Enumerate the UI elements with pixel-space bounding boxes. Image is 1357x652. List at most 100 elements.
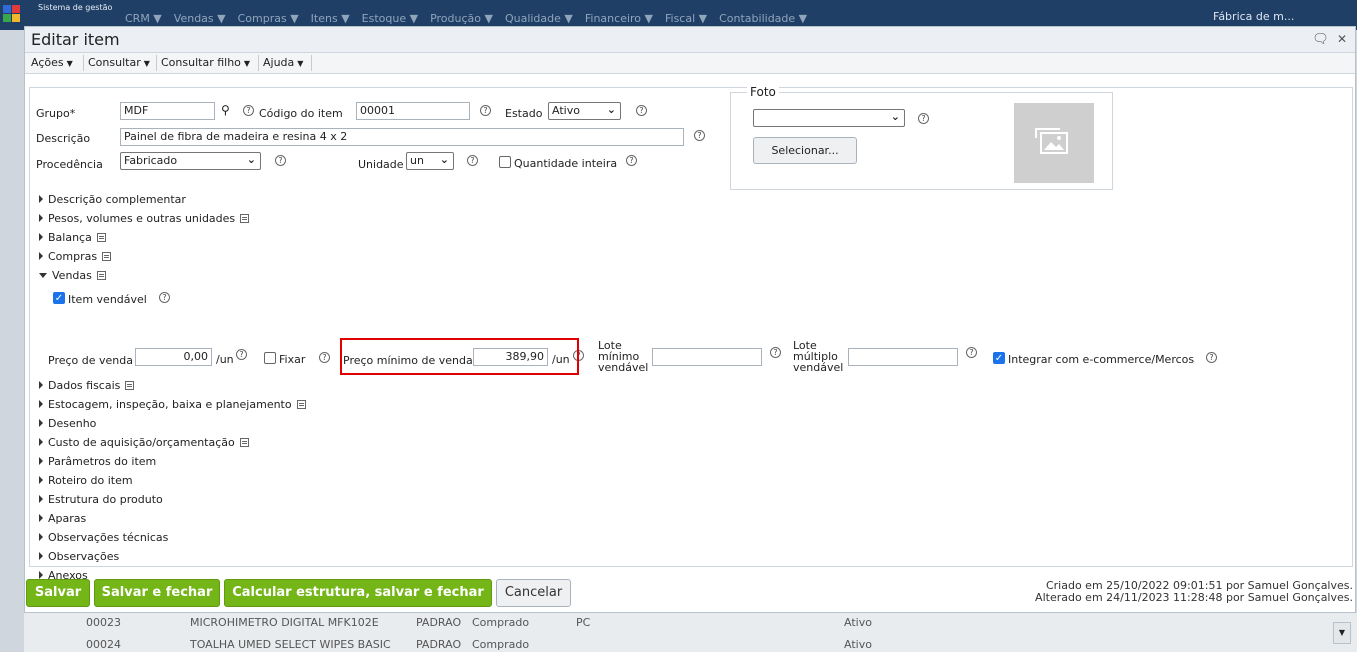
collapsible-section[interactable]: Dados fiscais (39, 379, 135, 392)
app-menu-item[interactable]: Produção ▼ (430, 12, 493, 25)
triangle-down-icon (39, 273, 47, 278)
preco-venda-unit: /un (216, 353, 234, 366)
triangle-right-icon (39, 252, 43, 260)
collapsible-section[interactable]: Estrutura do produto (39, 493, 163, 506)
collapsible-section[interactable]: Parâmetros do item (39, 455, 156, 468)
triangle-right-icon (39, 476, 43, 484)
collapsible-section[interactable]: Aparas (39, 512, 86, 525)
chevron-down-icon: ⌄ (439, 153, 449, 166)
collapsible-section[interactable]: Roteiro do item (39, 474, 133, 487)
search-icon[interactable]: ⚲ (221, 103, 230, 117)
help-icon[interactable]: ? (243, 105, 254, 116)
collapsible-section[interactable]: Estocagem, inspeção, baixa e planejament… (39, 398, 306, 411)
app-menu-item[interactable]: Compras ▼ (238, 12, 299, 25)
help-icon[interactable]: ? (319, 352, 330, 363)
fixar-checkbox[interactable] (264, 352, 276, 364)
help-icon[interactable]: ? (636, 105, 647, 116)
help-icon[interactable]: ? (918, 113, 929, 124)
help-icon[interactable]: ? (1206, 352, 1217, 363)
collapsible-section[interactable]: Descrição complementar (39, 193, 186, 206)
cancelar-button[interactable]: Cancelar (496, 579, 571, 607)
collapsible-section[interactable]: Balança (39, 231, 106, 244)
help-icon[interactable]: ? (694, 130, 705, 141)
menu-consultar-filho[interactable]: Consultar filho ▼ (161, 56, 250, 69)
unidade-value: un (410, 154, 424, 167)
lote-minimo-input[interactable] (652, 348, 762, 366)
selecionar-foto-button[interactable]: Selecionar... (753, 137, 857, 164)
descricao-input[interactable]: Painel de fibra de madeira e resina 4 x … (120, 128, 684, 146)
collapsible-section[interactable]: Pesos, volumes e outras unidades (39, 212, 250, 225)
highlight-box (340, 338, 579, 375)
quantidade-inteira-checkbox[interactable] (499, 156, 511, 168)
triangle-right-icon (39, 457, 43, 465)
table-row[interactable]: 00024 TOALHA UMED SELECT WIPES BASIC PAD… (24, 636, 904, 652)
integrar-checkbox[interactable]: ✓ (993, 352, 1005, 364)
lote-minimo-label-line: vendável (598, 361, 649, 374)
help-icon[interactable]: ? (159, 292, 170, 303)
grid-cell-origin: Comprado (472, 638, 530, 651)
comment-icon[interactable]: 🗨︎ (1312, 32, 1329, 47)
estado-select[interactable]: Ativo ⌄ (548, 102, 621, 120)
lote-multiplo-label-line: vendável (793, 361, 844, 374)
triangle-right-icon (39, 495, 43, 503)
help-icon[interactable]: ? (966, 347, 977, 358)
toolbar-divider (156, 55, 157, 71)
menu-consultar[interactable]: Consultar ▼ (88, 56, 150, 69)
calcular-estrutura-button[interactable]: Calcular estrutura, salvar e fechar (224, 579, 492, 607)
app-menu-item[interactable]: Vendas ▼ (174, 12, 226, 25)
foto-legend: Foto (747, 85, 779, 99)
app-menu-item[interactable]: Financeiro ▼ (585, 12, 653, 25)
lote-multiplo-input[interactable] (848, 348, 958, 366)
close-icon[interactable]: ✕ (1337, 32, 1347, 46)
app-logo[interactable] (3, 5, 21, 25)
salvar-e-fechar-button[interactable]: Salvar e fechar (94, 579, 220, 607)
grid-cell-description: MICROHIMETRO DIGITAL MFK102E (190, 616, 379, 629)
procedencia-select[interactable]: Fabricado ⌄ (120, 152, 261, 170)
help-icon[interactable]: ? (770, 347, 781, 358)
app-menu-item[interactable]: CRM ▼ (125, 12, 162, 25)
background-left-panel (0, 30, 24, 652)
help-icon[interactable]: ? (480, 105, 491, 116)
help-icon[interactable]: ? (236, 349, 247, 360)
caret-down-icon: ▼ (143, 59, 150, 68)
section-vendas-label: Vendas (52, 269, 92, 282)
preco-venda-input[interactable]: 0,00 (135, 348, 212, 366)
lote-multiplo-label: Lote múltiplo vendável (793, 340, 843, 373)
salvar-button[interactable]: Salvar (26, 579, 90, 607)
app-menu-item[interactable]: Itens ▼ (311, 12, 350, 25)
section-vendas[interactable]: Vendas (39, 269, 106, 282)
collapsible-section[interactable]: Custo de aquisição/orçamentação (39, 436, 249, 449)
item-vendavel-checkbox[interactable]: ✓ (53, 292, 65, 304)
document-icon (96, 271, 106, 280)
grid-scroll-down-button[interactable]: ▼ (1333, 622, 1351, 644)
codigo-input[interactable]: 00001 (356, 102, 470, 120)
app-menu-item[interactable]: Estoque ▼ (362, 12, 418, 25)
document-icon (296, 400, 306, 409)
foto-select[interactable]: ⌄ (753, 109, 905, 127)
menu-consultar-filho-label: Consultar filho (161, 56, 241, 69)
unidade-select[interactable]: un ⌄ (406, 152, 454, 170)
help-icon[interactable]: ? (626, 155, 637, 166)
document-icon (102, 252, 112, 261)
company-name[interactable]: Fábrica de m... (1213, 10, 1294, 23)
grid-cell-origin: Comprado (472, 616, 530, 629)
table-row[interactable]: 00023 MICROHIMETRO DIGITAL MFK102E PADRA… (24, 614, 904, 630)
app-main-menu[interactable]: CRM ▼ Vendas ▼ Compras ▼ Itens ▼ Estoque ▼ Pr… (125, 12, 819, 25)
help-icon[interactable]: ? (275, 155, 286, 166)
grupo-input[interactable]: MDF (120, 102, 215, 120)
collapsible-section[interactable]: Observações técnicas (39, 531, 168, 544)
app-menu-item[interactable]: Qualidade ▼ (505, 12, 573, 25)
app-menu-item[interactable]: Contabilidade ▼ (719, 12, 807, 25)
triangle-right-icon (39, 400, 43, 408)
collapsible-section[interactable]: Desenho (39, 417, 96, 430)
background-item-grid: 00023 MICROHIMETRO DIGITAL MFK102E PADRA… (24, 613, 1357, 652)
help-icon[interactable]: ? (467, 155, 478, 166)
app-menu-item[interactable]: Fiscal ▼ (665, 12, 707, 25)
menu-ajuda[interactable]: Ajuda ▼ (263, 56, 303, 69)
section-label: Desenho (48, 417, 97, 430)
collapsible-section[interactable]: Compras (39, 250, 112, 263)
grid-cell-description: TOALHA UMED SELECT WIPES BASIC (190, 638, 391, 651)
collapsible-section[interactable]: Observações (39, 550, 119, 563)
menu-acoes[interactable]: Ações ▼ (31, 56, 73, 69)
section-label: Parâmetros do item (48, 455, 157, 468)
